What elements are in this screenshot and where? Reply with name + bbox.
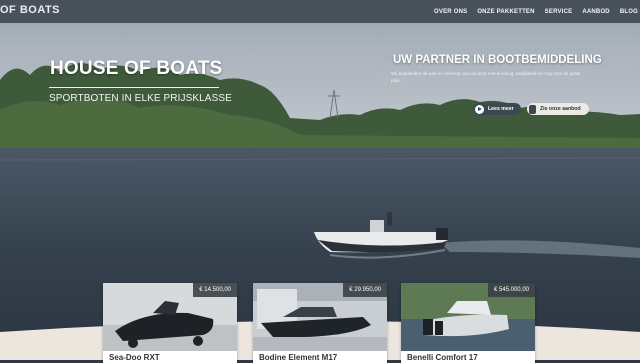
- nav-item-aanbod[interactable]: AANBOD: [582, 9, 610, 15]
- hero-right-text: Wij begeleiden de aan en verkoop van uw …: [391, 71, 581, 83]
- listing-card[interactable]: € 545.000,00 Benelli Comfort 17: [401, 283, 535, 363]
- listing-card[interactable]: € 14.500,00 Sea-Doo RXT: [103, 283, 237, 363]
- view-offer-label: Zie onze aanbod: [540, 106, 581, 112]
- listing-price: € 14.500,00: [193, 283, 237, 297]
- read-more-button[interactable]: Lees meer: [473, 103, 521, 115]
- hero-right-title: UW PARTNER IN BOOTBEMIDDELING: [393, 54, 602, 66]
- listing-name: Sea-Doo RXT: [109, 353, 160, 362]
- listing-card[interactable]: € 29.950,00 Bodine Element M17: [253, 283, 387, 363]
- hero-subtitle: SPORTBOTEN IN ELKE PRIJSKLASSE: [49, 93, 232, 104]
- hero-title: HOUSE OF BOATS: [50, 58, 223, 79]
- site-logo[interactable]: OF BOATS: [0, 4, 60, 16]
- navbar: OF BOATS OVER ONS ONZE PAKKETTEN SERVICE…: [0, 0, 640, 23]
- nav-item-over-ons[interactable]: OVER ONS: [434, 9, 467, 15]
- nav-item-blog[interactable]: BLOG: [620, 9, 638, 15]
- listing-price: € 29.950,00: [343, 283, 387, 297]
- play-icon: [475, 104, 484, 114]
- nav-item-service[interactable]: SERVICE: [545, 9, 573, 15]
- listing-name: Bodine Element M17: [259, 353, 338, 362]
- main-menu: OVER ONS ONZE PAKKETTEN SERVICE AANBOD B…: [434, 0, 640, 23]
- listing-price: € 545.000,00: [487, 283, 535, 297]
- nav-item-onze-pakketten[interactable]: ONZE PAKKETTEN: [477, 9, 534, 15]
- boat-icon: [529, 104, 536, 114]
- view-offer-button[interactable]: Zie onze aanbod: [527, 103, 589, 115]
- listing-name: Benelli Comfort 17: [407, 353, 478, 362]
- hero-title-divider: [49, 87, 219, 88]
- read-more-label: Lees meer: [488, 106, 514, 112]
